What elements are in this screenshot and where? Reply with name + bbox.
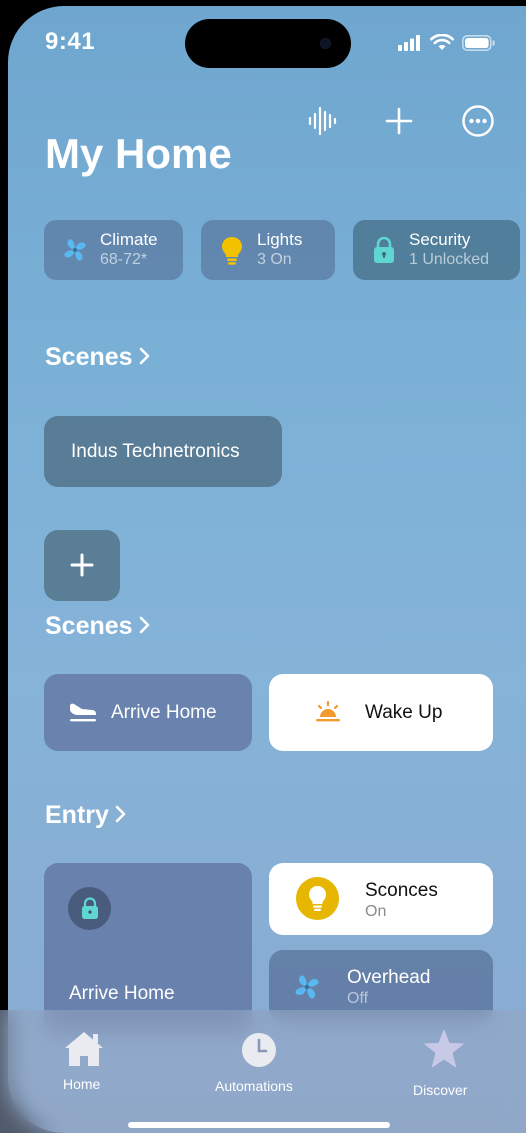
- tab-label: Automations: [215, 1078, 293, 1094]
- house-icon: [65, 1032, 103, 1066]
- tab-label: Discover: [413, 1082, 468, 1098]
- sunrise-icon: [316, 700, 340, 722]
- star-icon: [423, 1029, 465, 1068]
- scene-tile-indus-technetronics[interactable]: Indus Technetronics: [44, 416, 282, 487]
- lock-icon-badge: [68, 887, 111, 930]
- scene-label: Arrive Home: [111, 702, 217, 723]
- chevron-right-icon: [115, 801, 127, 830]
- chevron-right-icon: [139, 343, 151, 372]
- security-title: Security: [409, 230, 471, 249]
- tab-home[interactable]: Home: [46, 1024, 122, 1108]
- status-time: 9:41: [45, 28, 96, 55]
- accessory-tile-sconces[interactable]: Sconces On: [269, 863, 493, 935]
- accessory-label: Arrive Home: [69, 983, 175, 1004]
- home-indicator: [128, 1122, 390, 1128]
- tab-bar: Home Automations Discover: [0, 1010, 526, 1133]
- accessory-label: Overhead: [347, 967, 431, 988]
- arrive-home-icon: [70, 703, 96, 722]
- fan-icon: [64, 239, 86, 261]
- security-subtitle: 1 Unlocked: [409, 251, 490, 268]
- section-title: Entry: [45, 801, 109, 829]
- lightbulb-icon: [222, 237, 242, 265]
- scene-label: Wake Up: [365, 702, 443, 723]
- battery-icon: [462, 34, 495, 51]
- scenes-section-header[interactable]: Scenes: [45, 343, 151, 372]
- tab-automations[interactable]: Automations: [207, 1024, 311, 1108]
- voice-icon[interactable]: [304, 103, 340, 139]
- fan-icon: [295, 975, 319, 999]
- climate-title: Climate: [100, 230, 158, 249]
- status-icons: [398, 34, 496, 51]
- tab-label: Home: [63, 1076, 101, 1092]
- lights-summary-button[interactable]: Lights 3 On: [201, 220, 335, 280]
- accessory-status: Off: [347, 990, 369, 1007]
- lightbulb-icon: [309, 886, 326, 911]
- chevron-right-icon: [139, 612, 151, 641]
- lights-title: Lights: [257, 230, 303, 249]
- entry-section-header[interactable]: Entry: [45, 801, 127, 830]
- scene-tile-wake-up[interactable]: Wake Up: [269, 674, 493, 751]
- more-options-icon[interactable]: [460, 103, 496, 139]
- add-icon[interactable]: [381, 103, 417, 139]
- lock-icon: [374, 236, 394, 263]
- page-title: My Home: [45, 130, 232, 177]
- section-title: Scenes: [45, 612, 133, 640]
- lock-icon: [82, 897, 98, 919]
- tab-discover[interactable]: Discover: [404, 1024, 484, 1108]
- add-scene-button[interactable]: [44, 530, 120, 601]
- accessory-status: On: [365, 903, 387, 920]
- clock-icon: [242, 1033, 276, 1067]
- scenes-section-header-2[interactable]: Scenes: [45, 612, 151, 641]
- scene-label: Indus Technetronics: [71, 441, 240, 462]
- phone-frame: 9:41 My Home Climate 68-72* Lights 3 On …: [0, 0, 526, 1133]
- accessory-label: Sconces: [365, 880, 438, 901]
- scene-tile-arrive-home[interactable]: Arrive Home: [44, 674, 252, 751]
- wifi-icon: [430, 34, 454, 50]
- section-title: Scenes: [45, 343, 133, 371]
- camera-icon: [320, 38, 331, 49]
- dynamic-island: [185, 19, 351, 68]
- accessory-tile-lock[interactable]: Arrive Home: [44, 863, 252, 1033]
- signal-icon: [398, 34, 420, 51]
- lights-subtitle: 3 On: [257, 251, 292, 268]
- security-summary-button[interactable]: Security 1 Unlocked: [353, 220, 520, 280]
- climate-subtitle: 68-72*: [100, 251, 148, 268]
- climate-summary-button[interactable]: Climate 68-72*: [44, 220, 183, 280]
- lightbulb-icon-badge: [296, 877, 339, 920]
- plus-icon: [70, 553, 94, 577]
